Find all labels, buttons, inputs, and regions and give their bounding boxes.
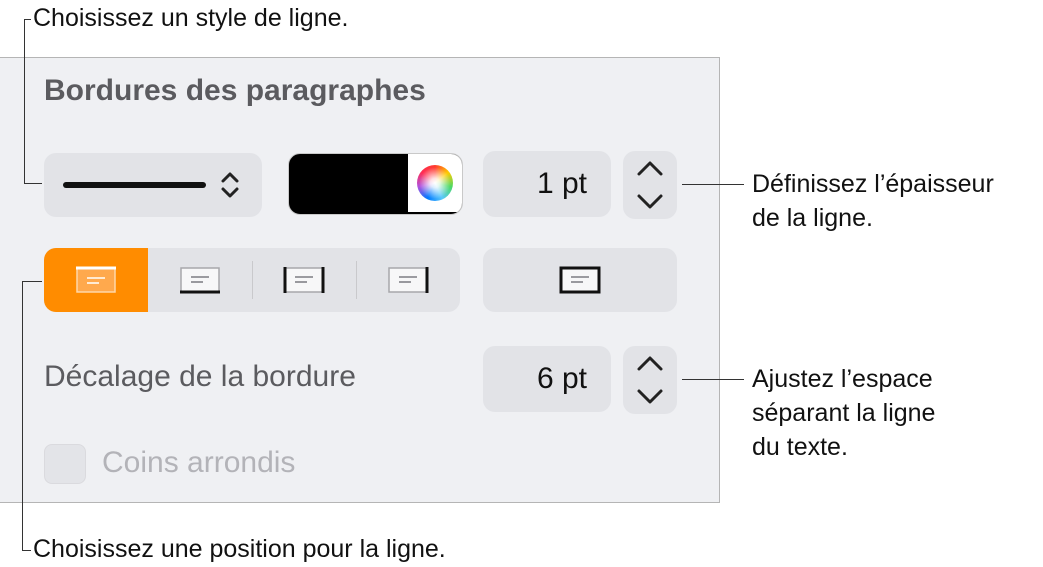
border-box-icon xyxy=(559,266,601,294)
callout-line-style-leader xyxy=(24,19,25,183)
rounded-corners-checkbox[interactable] xyxy=(44,444,86,484)
callout-line-style: Choisissez un style de ligne. xyxy=(33,4,349,32)
thickness-field[interactable]: 1 pt xyxy=(483,151,611,217)
callout-spacing-leader xyxy=(682,379,744,380)
callout-position-leader xyxy=(22,550,31,551)
chevron-down-icon[interactable] xyxy=(635,191,665,211)
border-bottom-button[interactable] xyxy=(148,248,252,312)
up-down-chevron-icon xyxy=(221,172,239,198)
callout-line-style-leader xyxy=(24,19,31,20)
border-offset-label: Décalage de la bordure xyxy=(44,360,356,393)
border-right-button[interactable] xyxy=(356,248,460,312)
rounded-corners-label: Coins arrondis xyxy=(102,446,296,479)
callout-thickness-line1: Définissez l’épaisseur xyxy=(752,170,994,198)
border-box-button[interactable] xyxy=(483,248,677,312)
border-right-icon xyxy=(388,267,429,293)
chevron-up-icon[interactable] xyxy=(635,354,665,374)
callout-spacing-line3: du texte. xyxy=(752,433,848,461)
chevron-up-icon[interactable] xyxy=(635,159,665,179)
border-top-button[interactable] xyxy=(44,248,148,312)
border-bottom-icon xyxy=(180,267,220,294)
callout-line-style-leader xyxy=(24,183,42,184)
thickness-stepper[interactable] xyxy=(623,151,677,219)
line-style-popup[interactable] xyxy=(44,153,262,217)
border-position-segmented-control xyxy=(44,248,460,312)
section-title: Bordures des paragraphes xyxy=(44,74,426,107)
callout-position-leader xyxy=(22,281,42,282)
callout-spacing-line1: Ajustez l’espace xyxy=(752,365,933,393)
border-top-icon xyxy=(76,266,116,293)
border-offset-stepper[interactable] xyxy=(623,346,677,414)
border-offset-field[interactable]: 6 pt xyxy=(483,346,611,412)
line-style-preview xyxy=(63,182,206,188)
color-picker-button[interactable] xyxy=(408,154,462,212)
border-left-right-icon xyxy=(283,267,325,293)
color-wheel-icon xyxy=(417,165,453,201)
border-left-right-button[interactable] xyxy=(252,248,356,312)
callout-thickness-leader xyxy=(682,184,744,185)
chevron-down-icon[interactable] xyxy=(635,386,665,406)
callout-spacing-line2: séparant la ligne xyxy=(752,399,936,427)
border-color-well[interactable] xyxy=(288,153,463,215)
callout-position-leader xyxy=(22,281,23,550)
callout-position: Choisissez une position pour la ligne. xyxy=(33,535,446,563)
callout-thickness-line2: de la ligne. xyxy=(752,204,873,232)
